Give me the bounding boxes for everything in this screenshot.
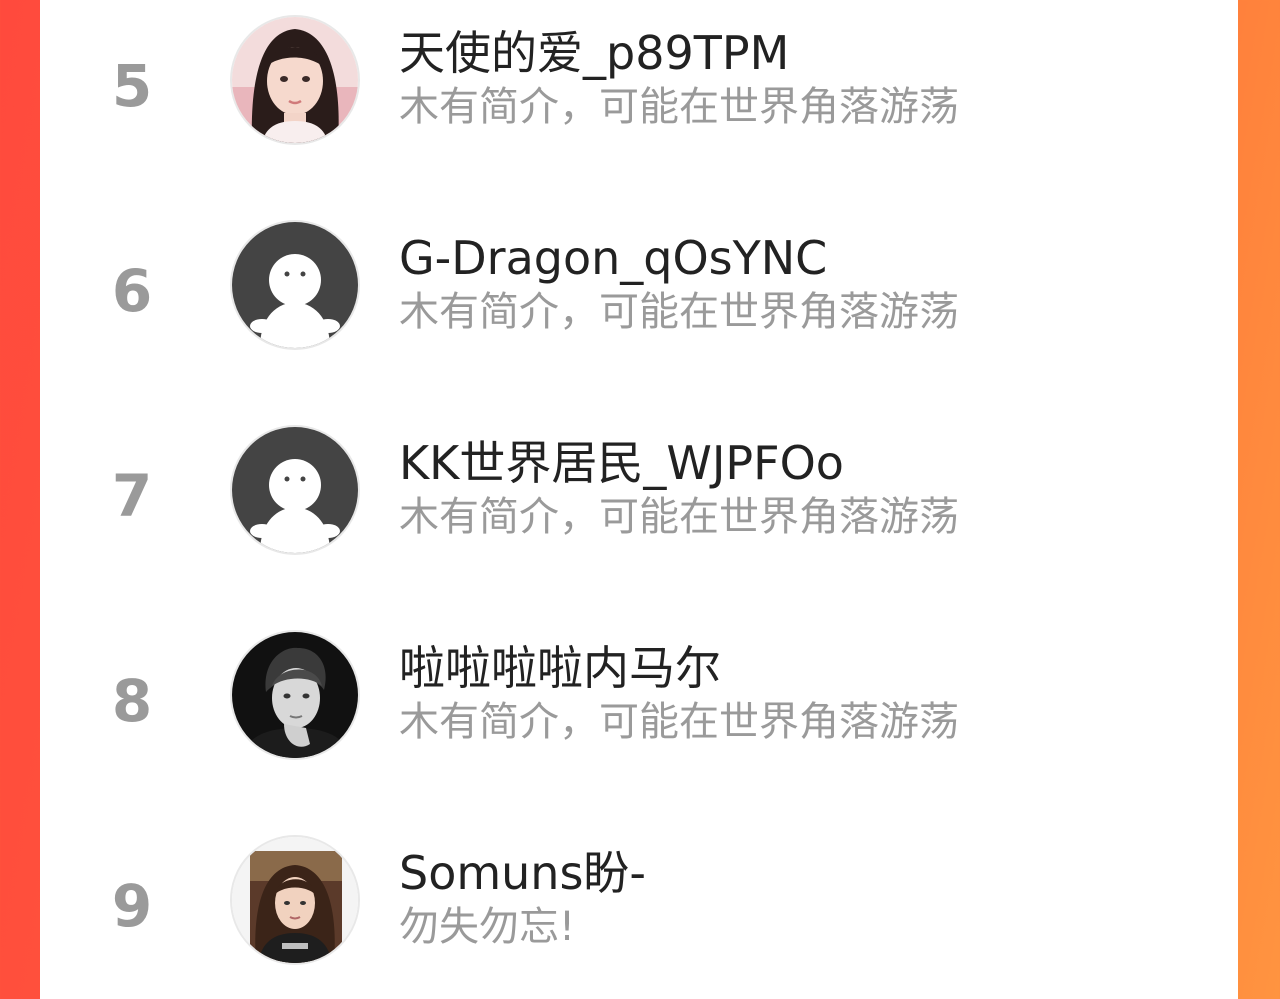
rank-number: 7 [111, 462, 153, 530]
user-bio: 勿失勿忘! [399, 904, 576, 950]
leaderboard-row[interactable]: 8 啦啦啦啦内马尔 木有简介，可能在世界角落游荡 [40, 615, 1238, 820]
leaderboard-row[interactable]: 9 Somuns盼- 勿失勿忘! [40, 820, 1238, 999]
user-name: 啦啦啦啦内马尔 [399, 641, 721, 695]
user-bio: 木有简介，可能在世界角落游荡 [399, 494, 959, 540]
user-name: 天使的爱_p89TPM [399, 26, 790, 80]
user-avatar[interactable] [230, 15, 360, 145]
default-avatar-icon [232, 222, 358, 348]
photo-avatar-man-bw-icon [232, 632, 358, 758]
user-bio: 木有简介，可能在世界角落游荡 [399, 84, 959, 130]
default-avatar-icon [232, 427, 358, 553]
rank-number: 5 [111, 52, 153, 120]
rank-number: 9 [111, 872, 153, 940]
user-avatar[interactable] [230, 425, 360, 555]
leaderboard-row[interactable]: 6 G-Dragon_qOsYNC 木有简介，可能在世界角落游荡 [40, 205, 1238, 410]
user-avatar[interactable] [230, 630, 360, 760]
user-avatar[interactable] [230, 835, 360, 965]
user-bio: 木有简介，可能在世界角落游荡 [399, 699, 959, 745]
leaderboard-row[interactable]: 5 天使的爱_p89TPM 木有简介，可能在世界角落游荡 [40, 0, 1238, 205]
leaderboard-row[interactable]: 7 KK世界居民_WJPFOo 木有简介，可能在世界角落游荡 [40, 410, 1238, 615]
user-bio: 木有简介，可能在世界角落游荡 [399, 289, 959, 335]
user-name: G-Dragon_qOsYNC [399, 231, 828, 285]
leaderboard-panel: 5 天使的爱_p89TPM 木有简介，可能在世界角落游荡 6 G-Dragon_… [40, 0, 1238, 999]
rank-number: 8 [111, 667, 153, 735]
photo-avatar-woman-icon [232, 837, 358, 963]
rank-number: 6 [111, 257, 153, 325]
user-name: KK世界居民_WJPFOo [399, 436, 844, 490]
photo-avatar-girl-icon [232, 17, 358, 143]
user-avatar[interactable] [230, 220, 360, 350]
user-name: Somuns盼- [399, 846, 647, 900]
